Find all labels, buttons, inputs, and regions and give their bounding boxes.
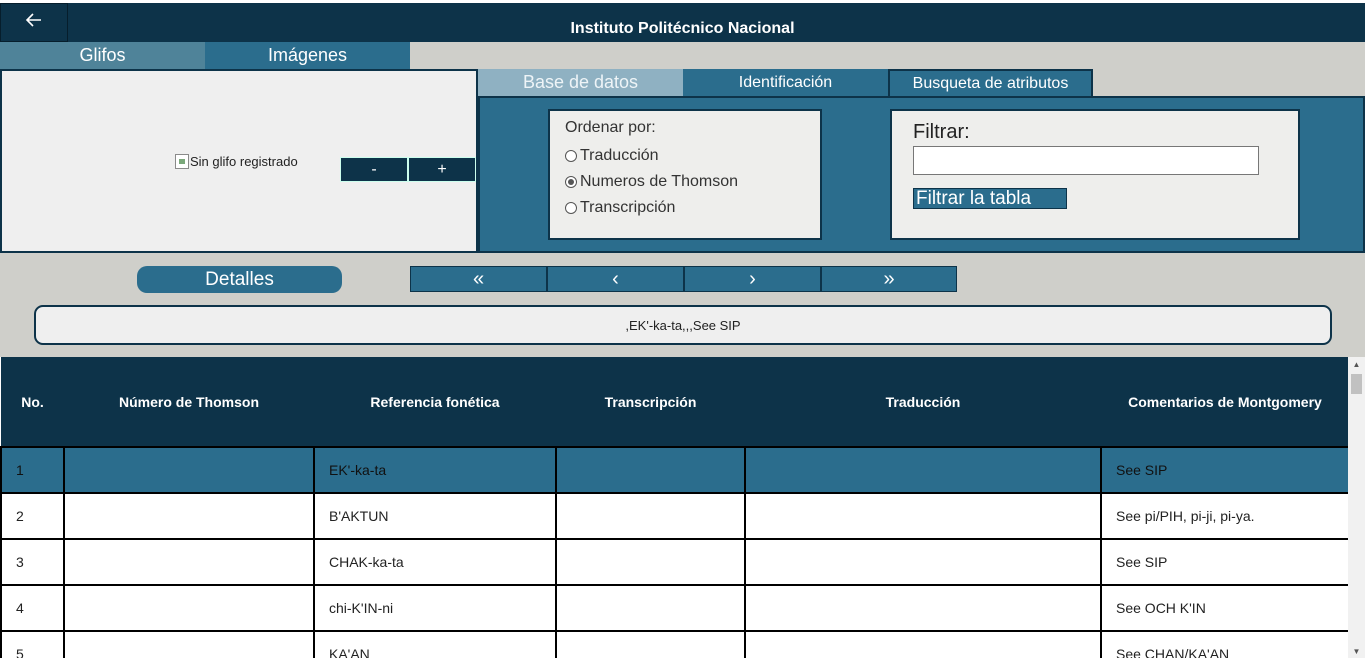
sort-options: Ordenar por: Traducción Numeros de Thoms… bbox=[548, 109, 822, 240]
page-title: Instituto Politécnico Nacional bbox=[570, 20, 795, 37]
sort-option-label: Traducción bbox=[580, 147, 659, 164]
broken-image-icon bbox=[175, 154, 189, 169]
radio-transcripcion[interactable] bbox=[565, 202, 577, 214]
table-cell bbox=[744, 630, 1102, 658]
table-cell: See SIP bbox=[1100, 538, 1348, 586]
tab-base-de-datos[interactable]: Base de datos bbox=[478, 69, 683, 96]
table-cell bbox=[63, 446, 315, 494]
header-traduccion[interactable]: Traducción bbox=[745, 357, 1101, 447]
table-scrollbar[interactable]: ▲ ▼ bbox=[1348, 357, 1365, 658]
table-cell bbox=[744, 492, 1102, 540]
last-page-button[interactable]: » bbox=[821, 266, 957, 292]
table-cell: See pi/PIH, pi-ji, pi-ya. bbox=[1100, 492, 1348, 540]
first-page-button[interactable]: « bbox=[410, 266, 547, 292]
table-row[interactable]: 1 EK'-ka-ta See SIP bbox=[0, 446, 1348, 494]
header-transcripcion[interactable]: Transcripción bbox=[556, 357, 745, 447]
tab-imagenes[interactable]: Imágenes bbox=[205, 42, 410, 69]
app-header: Instituto Politécnico Nacional bbox=[0, 0, 1365, 42]
sort-option-label: Numeros de Thomson bbox=[580, 173, 738, 190]
back-button[interactable] bbox=[0, 3, 68, 42]
table-cell: 3 bbox=[0, 538, 65, 586]
radio-traduccion[interactable] bbox=[565, 150, 577, 162]
table-header-row: No. Número de Thomson Referencia fonétic… bbox=[1, 357, 1348, 447]
table-cell bbox=[744, 584, 1102, 632]
left-tabs: Glifos Imágenes bbox=[0, 42, 410, 69]
table-row[interactable]: 4 chi-K'IN-ni See OCH K'IN bbox=[0, 584, 1348, 632]
table-row[interactable]: 2 B'AKTUN See pi/PIH, pi-ji, pi-ya. bbox=[0, 492, 1348, 540]
database-panel: Ordenar por: Traducción Numeros de Thoms… bbox=[478, 96, 1365, 253]
table-cell bbox=[555, 446, 746, 494]
zoom-in-button[interactable]: + bbox=[408, 157, 476, 182]
tab-glifos[interactable]: Glifos bbox=[0, 42, 205, 69]
filter-label: Filtrar: bbox=[913, 121, 970, 143]
table-cell bbox=[555, 630, 746, 658]
table-cell bbox=[555, 584, 746, 632]
filter-input[interactable] bbox=[913, 146, 1259, 175]
table-cell: 2 bbox=[0, 492, 65, 540]
table-cell bbox=[63, 584, 315, 632]
sort-option-traduccion[interactable]: Traducción bbox=[565, 143, 820, 169]
table-cell: See OCH K'IN bbox=[1100, 584, 1348, 632]
selected-record-text: ,EK'-ka-ta,,,See SIP bbox=[34, 305, 1332, 345]
table-cell bbox=[63, 630, 315, 658]
table-cell: EK'-ka-ta bbox=[313, 446, 557, 494]
header-comentarios[interactable]: Comentarios de Montgomery bbox=[1101, 357, 1348, 447]
header-referencia[interactable]: Referencia fonética bbox=[314, 357, 556, 447]
header-no[interactable]: No. bbox=[1, 357, 64, 447]
table-cell: KA'AN bbox=[313, 630, 557, 658]
table-cell bbox=[555, 492, 746, 540]
scroll-thumb[interactable] bbox=[1351, 374, 1362, 394]
scroll-down-icon[interactable]: ▼ bbox=[1348, 644, 1365, 658]
right-tabs: Base de datos Identificación Busqueta de… bbox=[478, 69, 1093, 96]
table-cell: CHAK-ka-ta bbox=[313, 538, 557, 586]
sort-option-transcripcion[interactable]: Transcripción bbox=[565, 195, 820, 221]
table-row[interactable]: 3 CHAK-ka-ta See SIP bbox=[0, 538, 1348, 586]
table-cell: 4 bbox=[0, 584, 65, 632]
filter-box: Filtrar: Filtrar la tabla bbox=[890, 109, 1300, 240]
header-thomson[interactable]: Número de Thomson bbox=[64, 357, 314, 447]
sort-title: Ordenar por: bbox=[565, 119, 656, 136]
table-cell bbox=[555, 538, 746, 586]
arrow-left-icon bbox=[25, 11, 43, 34]
table-cell: 5 bbox=[0, 630, 65, 658]
pager: « ‹ › » bbox=[410, 266, 957, 292]
tab-busqueda-atributos[interactable]: Busqueta de atributos bbox=[888, 69, 1093, 96]
table-cell: See SIP bbox=[1100, 446, 1348, 494]
data-table: No. Número de Thomson Referencia fonétic… bbox=[0, 357, 1348, 658]
sort-option-label: Transcripción bbox=[580, 199, 676, 216]
zoom-out-button[interactable]: - bbox=[340, 157, 408, 182]
details-button[interactable]: Detalles bbox=[137, 266, 342, 293]
table-cell bbox=[744, 538, 1102, 586]
next-page-button[interactable]: › bbox=[684, 266, 821, 292]
scroll-up-icon[interactable]: ▲ bbox=[1348, 357, 1365, 371]
filter-button[interactable]: Filtrar la tabla bbox=[913, 188, 1067, 209]
table-cell bbox=[63, 492, 315, 540]
table-cell: chi-K'IN-ni bbox=[313, 584, 557, 632]
glyph-alt-text: Sin glifo registrado bbox=[190, 154, 298, 169]
tab-identificacion[interactable]: Identificación bbox=[683, 69, 888, 96]
radio-thomson[interactable] bbox=[565, 176, 577, 188]
table-cell bbox=[744, 446, 1102, 494]
table-cell: 1 bbox=[0, 446, 65, 494]
glyph-image: Sin glifo registrado bbox=[175, 154, 298, 169]
table-cell bbox=[63, 538, 315, 586]
table-cell: B'AKTUN bbox=[313, 492, 557, 540]
sort-option-thomson[interactable]: Numeros de Thomson bbox=[565, 169, 820, 195]
table-row[interactable]: 5 KA'AN See CHAN/KA'AN bbox=[0, 630, 1348, 658]
glyph-table: No. Número de Thomson Referencia fonétic… bbox=[0, 357, 1348, 658]
table-cell: See CHAN/KA'AN bbox=[1100, 630, 1348, 658]
prev-page-button[interactable]: ‹ bbox=[547, 266, 684, 292]
